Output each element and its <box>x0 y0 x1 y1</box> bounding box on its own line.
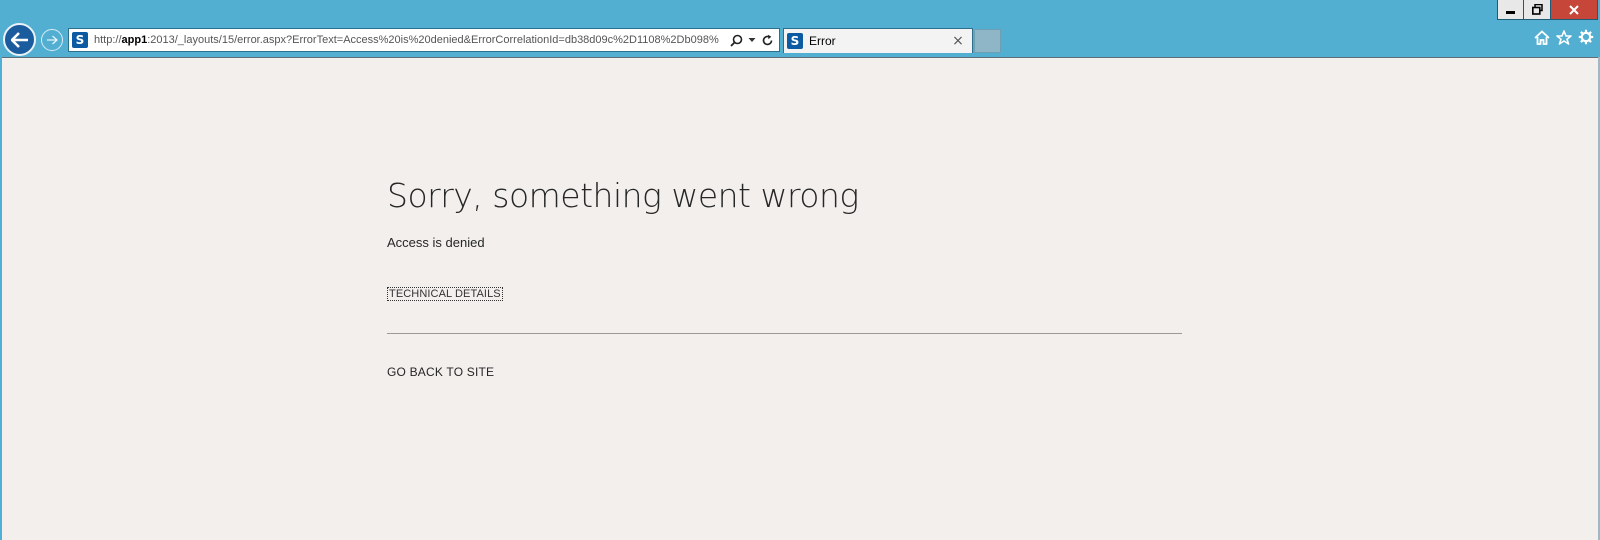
minimize-icon <box>1506 11 1515 14</box>
forward-button[interactable] <box>41 29 63 51</box>
browser-chrome: S http://app1:2013/_layouts/15/error.asp… <box>0 0 1600 57</box>
url-text[interactable]: http://app1:2013/_layouts/15/error.aspx?… <box>94 34 726 46</box>
browser-window: S http://app1:2013/_layouts/15/error.asp… <box>0 0 1600 540</box>
star-icon[interactable] <box>1556 29 1572 45</box>
forward-arrow-icon <box>47 35 58 45</box>
technical-details-link[interactable]: TECHNICAL DETAILS <box>387 287 503 301</box>
sharepoint-tab-icon: S <box>787 33 803 49</box>
new-tab-button[interactable] <box>974 29 1001 53</box>
home-icon[interactable] <box>1534 29 1550 45</box>
address-actions <box>730 34 774 47</box>
error-panel: Sorry, something went wrong Access is de… <box>387 176 1182 380</box>
tab-label: Error <box>809 34 836 48</box>
restore-button[interactable] <box>1524 0 1551 20</box>
search-icon[interactable] <box>730 34 743 47</box>
sharepoint-site-icon: S <box>72 32 88 48</box>
window-controls <box>1497 0 1598 20</box>
minimize-button[interactable] <box>1497 0 1524 20</box>
restore-icon <box>1531 4 1543 15</box>
browser-tools <box>1534 29 1594 45</box>
address-bar[interactable]: S http://app1:2013/_layouts/15/error.asp… <box>68 28 780 52</box>
refresh-icon[interactable] <box>761 34 774 47</box>
gear-icon[interactable] <box>1578 29 1594 45</box>
tab-close-icon[interactable]: × <box>950 33 966 49</box>
close-window-button[interactable] <box>1551 0 1598 20</box>
error-message: Access is denied <box>387 235 485 250</box>
page-title: Sorry, something went wrong <box>387 176 859 215</box>
tab-error[interactable]: S Error × <box>783 28 973 53</box>
go-back-to-site-link[interactable]: GO BACK TO SITE <box>387 365 494 379</box>
back-button[interactable] <box>3 23 36 56</box>
page-content: Sorry, something went wrong Access is de… <box>2 57 1598 540</box>
close-icon <box>1569 4 1579 15</box>
chevron-down-icon[interactable] <box>748 37 756 43</box>
back-arrow-icon <box>10 31 28 48</box>
